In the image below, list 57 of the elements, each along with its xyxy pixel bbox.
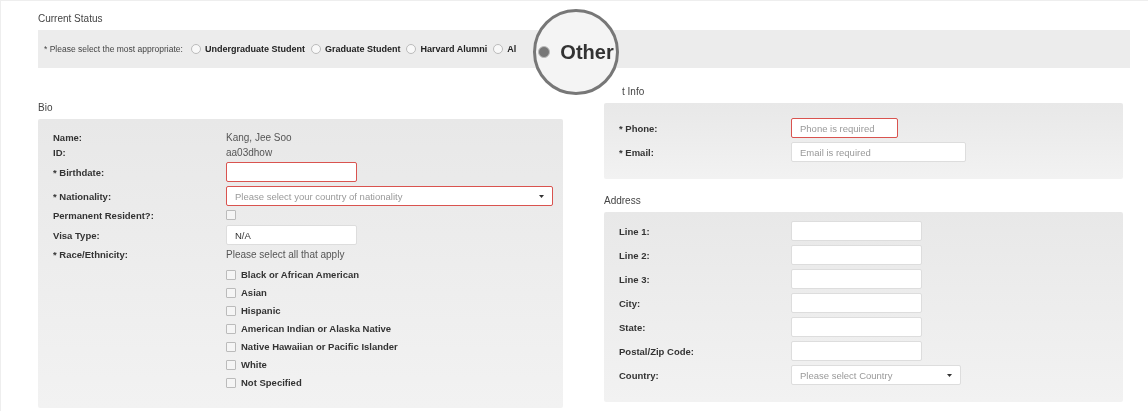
field-label: Country: bbox=[619, 369, 660, 381]
checkbox[interactable] bbox=[226, 287, 236, 298]
field-label: Line 3: bbox=[619, 273, 651, 285]
section-heading: t Info bbox=[622, 86, 646, 97]
option-label: Graduate Student bbox=[324, 44, 401, 54]
field-label: Line 2: bbox=[619, 249, 651, 261]
field-label: ID: bbox=[53, 147, 67, 158]
radio-button[interactable] bbox=[310, 44, 321, 54]
checkbox[interactable] bbox=[226, 359, 236, 370]
field-label: * Nationality: bbox=[53, 190, 113, 202]
section-heading: Address bbox=[604, 195, 642, 206]
status-prompt: * Please select the most appropriate: bbox=[44, 44, 183, 54]
radio-button[interactable] bbox=[190, 44, 201, 54]
field-label: * Email: bbox=[619, 146, 655, 158]
field-label: City: bbox=[619, 297, 642, 309]
field-label: * Birthdate: bbox=[53, 166, 106, 178]
option-label: Hispanic bbox=[241, 305, 281, 316]
checkbox[interactable] bbox=[226, 341, 236, 352]
option-label: Black or African American bbox=[241, 269, 360, 280]
section-heading: Bio bbox=[38, 102, 54, 113]
field-label: Line 1: bbox=[619, 225, 651, 237]
checkbox[interactable] bbox=[226, 269, 236, 280]
field-label: Permanent Resident?: bbox=[53, 210, 155, 221]
option-label: Undergraduate Student bbox=[204, 44, 305, 54]
checkbox[interactable] bbox=[226, 305, 236, 316]
field-value: Kang, Jee Soo bbox=[226, 132, 293, 143]
field-label: State: bbox=[619, 321, 647, 333]
option-label: Asian bbox=[241, 287, 267, 298]
option-label: Other bbox=[560, 40, 614, 64]
field-label: * Phone: bbox=[619, 122, 659, 134]
input-field[interactable] bbox=[226, 162, 357, 182]
field-label: Visa Type: bbox=[53, 229, 101, 241]
option-label: American Indian or Alaska Native bbox=[241, 323, 392, 334]
field-label: Postal/Zip Code: bbox=[619, 345, 695, 357]
option-label: Not Specified bbox=[241, 377, 302, 388]
radio-button[interactable] bbox=[538, 46, 551, 58]
field-label: * Race/Ethnicity: bbox=[53, 249, 129, 260]
select-dropdown[interactable]: Please select Country bbox=[791, 365, 961, 385]
field-value: Please select all that apply bbox=[226, 249, 346, 260]
select-dropdown[interactable]: Please select your country of nationality bbox=[226, 186, 553, 206]
checkbox[interactable] bbox=[226, 323, 236, 334]
field-value: aa03dhow bbox=[226, 147, 274, 158]
option-label: White bbox=[241, 359, 267, 370]
radio-button[interactable] bbox=[406, 44, 417, 54]
option-label: Native Hawaiian or Pacific Islander bbox=[241, 341, 398, 352]
option-label: Harvard Alumni bbox=[420, 44, 488, 54]
caret-icon bbox=[539, 193, 544, 199]
checkbox[interactable] bbox=[226, 377, 236, 388]
input-field[interactable]: N/A bbox=[226, 225, 357, 245]
field-label: Name: bbox=[53, 132, 84, 143]
input-field[interactable]: Email is required bbox=[791, 142, 966, 162]
caret-icon bbox=[947, 372, 952, 378]
radio-button[interactable] bbox=[493, 44, 504, 54]
section-heading: Current Status bbox=[38, 13, 104, 24]
checkbox[interactable] bbox=[226, 209, 236, 220]
option-label: Al bbox=[507, 44, 517, 54]
input-field[interactable]: Phone is required bbox=[791, 118, 898, 138]
